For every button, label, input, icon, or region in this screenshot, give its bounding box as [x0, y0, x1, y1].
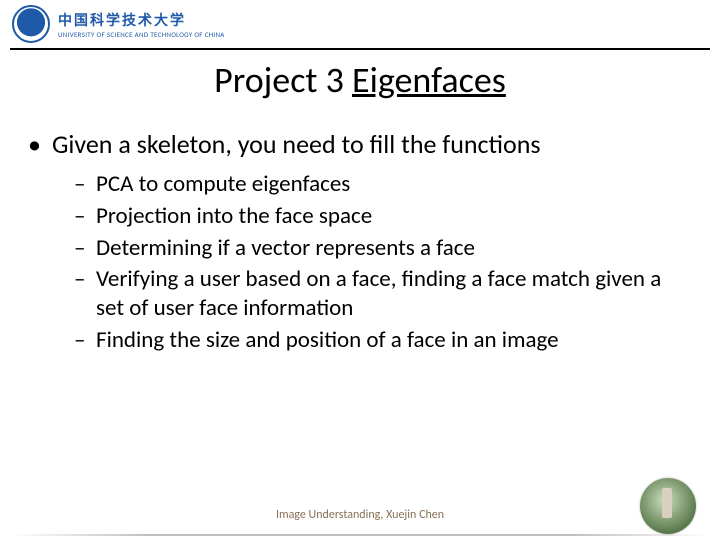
bullet-text: Finding the size and position of a face … — [96, 326, 559, 355]
bullet-dash-icon: – — [74, 234, 96, 263]
bullet-dash-icon: – — [74, 265, 96, 323]
footer-text: Image Understanding, Xuejin Chen — [0, 508, 720, 522]
bullet-level2: – Finding the size and position of a fac… — [74, 326, 692, 355]
title-prefix: Project 3 — [214, 58, 352, 102]
bullet-level2: – PCA to compute eigenfaces — [74, 170, 692, 199]
footer-divider — [10, 534, 710, 536]
bullet-text: Determining if a vector represents a fac… — [96, 234, 475, 263]
content-body: • Given a skeleton, you need to fill the… — [28, 128, 692, 358]
footer-photo-icon — [640, 478, 696, 534]
slide-title: Project 3 Eigenfaces — [0, 58, 720, 102]
bullet-level2: – Determining if a vector represents a f… — [74, 234, 692, 263]
university-name: 中国科学技术大学 UNIVERSITY OF SCIENCE AND TECHN… — [58, 10, 225, 39]
bullet-dash-icon: – — [74, 326, 96, 355]
university-name-cn: 中国科学技术大学 — [58, 10, 225, 30]
university-logo-icon — [12, 5, 50, 43]
bullet-text: Given a skeleton, you need to fill the f… — [52, 128, 541, 160]
bullet-dash-icon: – — [74, 170, 96, 199]
bullet-text: Verifying a user based on a face, findin… — [96, 265, 692, 323]
bullet-dash-icon: – — [74, 202, 96, 231]
title-link[interactable]: Eigenfaces — [352, 58, 506, 102]
bullet-level2: – Verifying a user based on a face, find… — [74, 265, 692, 323]
header-divider — [10, 48, 710, 50]
bullet-text: PCA to compute eigenfaces — [96, 170, 350, 199]
slide: 中国科学技术大学 UNIVERSITY OF SCIENCE AND TECHN… — [0, 0, 720, 540]
bullet-text: Projection into the face space — [96, 202, 372, 231]
bullet-level1: • Given a skeleton, you need to fill the… — [28, 128, 692, 160]
bullet-level2: – Projection into the face space — [74, 202, 692, 231]
university-name-en: UNIVERSITY OF SCIENCE AND TECHNOLOGY OF … — [58, 30, 225, 39]
header-bar: 中国科学技术大学 UNIVERSITY OF SCIENCE AND TECHN… — [0, 0, 720, 48]
bullet-dot-icon: • — [28, 128, 52, 160]
